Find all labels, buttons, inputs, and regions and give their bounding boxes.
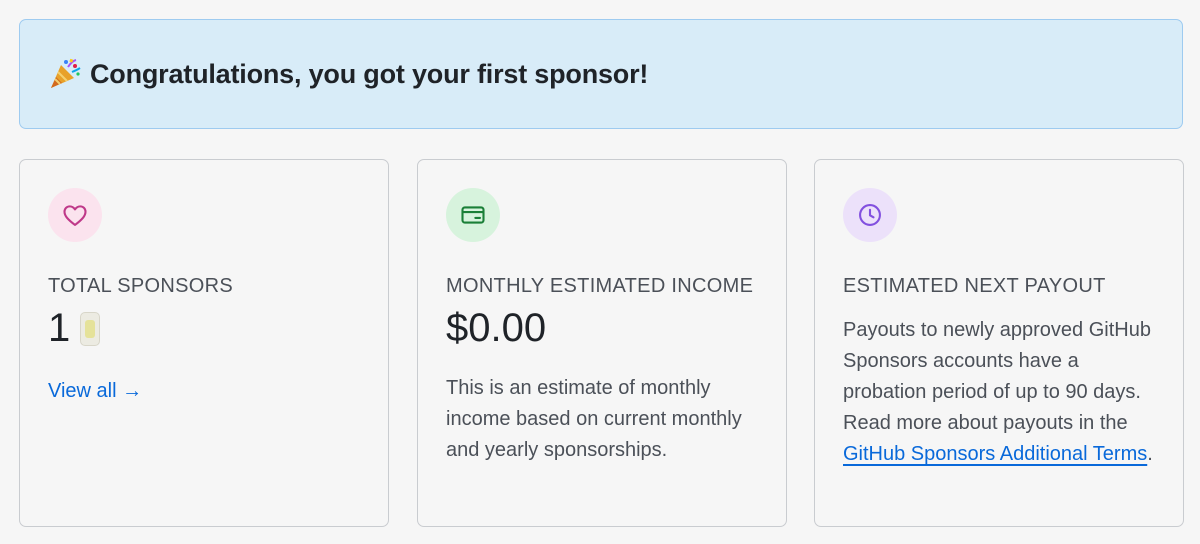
clock-icon [859,204,881,226]
success-banner: Congratulations, you got your first spon… [19,19,1183,129]
party-popper-icon [48,57,82,91]
monthly-income-label: MONTHLY ESTIMATED INCOME [446,275,754,297]
view-all-sponsors-link[interactable]: View all → [48,380,142,403]
next-payout-card: ESTIMATED NEXT PAYOUT Payouts to newly a… [814,159,1184,527]
credit-card-icon [461,206,485,224]
sponsors-terms-link[interactable]: GitHub Sponsors Additional Terms [843,443,1147,465]
next-payout-label: ESTIMATED NEXT PAYOUT [843,275,1106,297]
total-sponsors-value: 1 [48,306,71,350]
total-sponsors-label: TOTAL SPONSORS [48,275,233,297]
banner-message: Congratulations, you got your first spon… [90,58,649,89]
next-payout-description-text: Payouts to newly approved GitHub Sponsor… [843,319,1151,434]
total-sponsors-value-row: 1 [48,306,360,351]
next-payout-description-end: . [1147,443,1153,465]
clock-icon-container [843,188,897,242]
total-sponsors-card: TOTAL SPONSORS 1 View all → [19,159,389,527]
heart-icon-container [48,188,102,242]
monthly-income-value: $0.00 [446,306,547,350]
monthly-income-card: MONTHLY ESTIMATED INCOME $0.00 This is a… [417,159,787,527]
monthly-income-description: This is an estimate of monthly income ba… [446,377,742,461]
next-payout-description: Payouts to newly approved GitHub Sponsor… [843,315,1155,470]
credit-card-icon-container [446,188,500,242]
sponsor-badge-icon [80,311,101,346]
heart-icon [63,205,87,226]
